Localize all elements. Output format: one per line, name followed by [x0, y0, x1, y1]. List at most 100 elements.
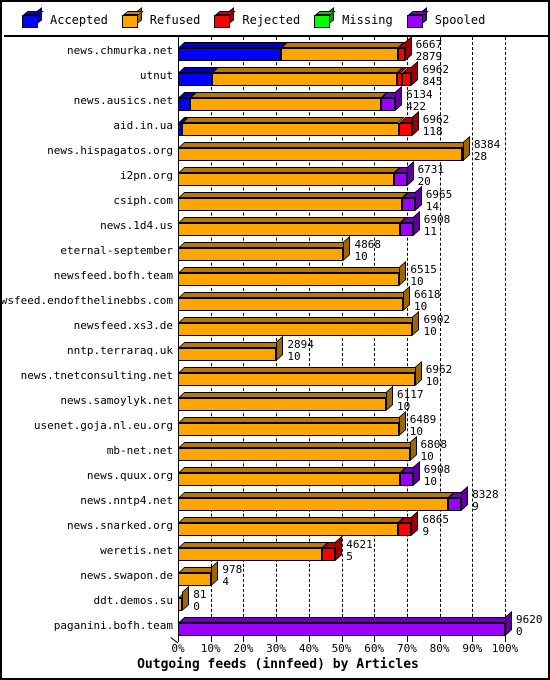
legend-label-accepted: Accepted — [50, 12, 108, 27]
bar-row: newsfeed.xs3.de 6902 10 — [4, 310, 548, 338]
bar-row: news.tnetconsulting.net 6962 10 — [4, 360, 548, 388]
bar-total-value: 6865 — [422, 513, 449, 526]
bar-segment-refused — [178, 398, 386, 411]
bar-total-value: 6962 — [425, 363, 453, 376]
row-label: mb-net.net — [106, 444, 173, 457]
bar-total-value: 81 — [193, 588, 207, 601]
bar-row: i2pn.org 6731 20 — [4, 160, 548, 188]
legend-label-refused: Refused — [149, 12, 201, 27]
bar-segment-refused — [178, 273, 400, 286]
chart-legend: Accepted Refused Rejected Missing Spooled — [4, 4, 548, 37]
bar-end-cap — [211, 560, 219, 586]
refused-swatch-icon — [121, 7, 144, 28]
row-label: news.tnetconsulting.net — [20, 369, 173, 382]
row-label: newsfeed.xs3.de — [73, 319, 173, 332]
bar-row: newsfeed.bofh.team 6515 10 — [4, 260, 548, 288]
legend-label-spooled: Spooled — [434, 12, 486, 27]
bar-value-labels: 6134 422 — [406, 89, 433, 112]
bar-total-value: 6731 — [417, 163, 445, 176]
bar-end-cap — [335, 535, 343, 561]
bar-segment-refused — [178, 223, 401, 236]
bar-segment-refused — [178, 348, 277, 361]
x-tick-label: 40% — [298, 642, 319, 655]
bar-segment-rejected — [398, 48, 405, 61]
bar-secondary-value: 9 — [472, 499, 479, 513]
x-axis: Outgoing feeds (innfeed) by Articles 0% 1… — [4, 637, 548, 678]
x-tick-label: 10% — [200, 642, 221, 655]
bar-total-value: 4621 — [346, 538, 373, 551]
bar-value-labels: 6489 10 — [410, 414, 437, 437]
bar-end-cap — [414, 360, 422, 386]
bar-secondary-value: 118 — [422, 124, 443, 138]
bar-total-value: 6117 — [396, 388, 424, 401]
bar-row: news.snarked.org 6865 9 — [4, 510, 548, 538]
bar-segment-refused — [189, 98, 382, 111]
bar-end-cap — [395, 85, 403, 111]
bar-secondary-value: 422 — [406, 99, 426, 113]
bar-segment-spooled — [448, 498, 462, 511]
bar-segment-refused — [178, 498, 449, 511]
bar-value-labels: 978 4 — [222, 564, 242, 587]
bar-total-value: 6908 — [423, 213, 451, 226]
bar-value-labels: 6962 118 — [423, 114, 450, 137]
bar-row: eternal-september 4868 10 — [4, 235, 548, 263]
bar-end-cap — [412, 210, 420, 236]
row-label: csiph.com — [113, 194, 173, 207]
bar-segment-refused — [178, 423, 399, 436]
bar-segment-refused — [178, 248, 344, 261]
bar-secondary-value: 10 — [410, 274, 424, 288]
x-tick-label: 100% — [491, 642, 519, 655]
bar-value-labels: 6865 9 — [422, 514, 449, 537]
legend-item-spooled: Spooled — [406, 7, 486, 28]
bar-value-labels: 6515 10 — [410, 264, 437, 287]
bar-row: news.nntp4.net 8328 9 — [4, 485, 548, 513]
bar-end-cap — [412, 460, 420, 486]
bar-secondary-value: 845 — [422, 74, 443, 88]
bar-total-value: 6962 — [422, 113, 450, 126]
bar-end-cap — [409, 435, 417, 461]
bar-row: news.1d4.us 6908 11 — [4, 210, 548, 238]
bar-segment-refused — [178, 573, 212, 586]
bar-value-labels: 6965 14 — [426, 189, 453, 212]
x-tick-label: 50% — [331, 642, 352, 655]
bar-segment-refused — [178, 173, 394, 186]
bar-value-labels: 6962 10 — [426, 364, 453, 387]
bar-segment-refused — [178, 473, 401, 486]
bar-secondary-value: 10 — [420, 449, 434, 463]
bar-end-cap — [398, 410, 406, 436]
row-label: utnut — [139, 69, 173, 82]
bar-row: nntp.terraraq.uk 2894 10 — [4, 335, 548, 363]
bar-value-labels: 6908 10 — [424, 464, 451, 487]
bar-value-labels: 6908 11 — [424, 214, 451, 237]
bar-secondary-value: 10 — [354, 249, 368, 263]
bar-segment-spooled — [401, 198, 415, 211]
bar-row: newsfeed.endofthelinebbs.com 6618 10 — [2, 285, 548, 313]
bar-row: usenet.goja.nl.eu.org 6489 10 — [4, 410, 548, 438]
row-label: news.nntp4.net — [80, 494, 173, 507]
bar-row: news.quux.org 6908 10 — [4, 460, 548, 488]
bar-end-cap — [411, 110, 419, 136]
bar-segment-spooled — [381, 98, 396, 111]
bar-segment-refused — [281, 48, 399, 61]
bar-row: paganini.bofh.team 9620 0 — [4, 610, 548, 638]
row-label: news.1d4.us — [100, 219, 173, 232]
bar-end-cap — [404, 35, 412, 61]
bar-row: weretis.net 4621 5 — [4, 535, 548, 563]
bar-row: csiph.com 6965 14 — [4, 185, 548, 213]
row-label: aid.in.ua — [113, 119, 173, 132]
bar-segment-rejected — [322, 548, 336, 561]
bar-segment-rejected — [398, 123, 412, 136]
x-tick-label: 20% — [233, 642, 254, 655]
missing-swatch-icon — [314, 7, 336, 28]
bar-segment-rejected — [398, 523, 412, 536]
bar-total-value: 9620 — [516, 613, 543, 626]
bar-segment-refused — [178, 548, 323, 561]
bar-end-cap — [462, 135, 470, 161]
bar-rows: news.chmurka.net 6667 2879 utnut 6962 845 news… — [2, 35, 548, 638]
bar-end-cap — [182, 585, 190, 611]
x-tick-label: 60% — [364, 642, 385, 655]
plot-area: news.chmurka.net 6667 2879 utnut 6962 845 news… — [2, 35, 548, 678]
bar-end-cap — [343, 235, 351, 261]
bar-end-cap — [411, 60, 419, 86]
row-label: eternal-september — [60, 244, 173, 257]
